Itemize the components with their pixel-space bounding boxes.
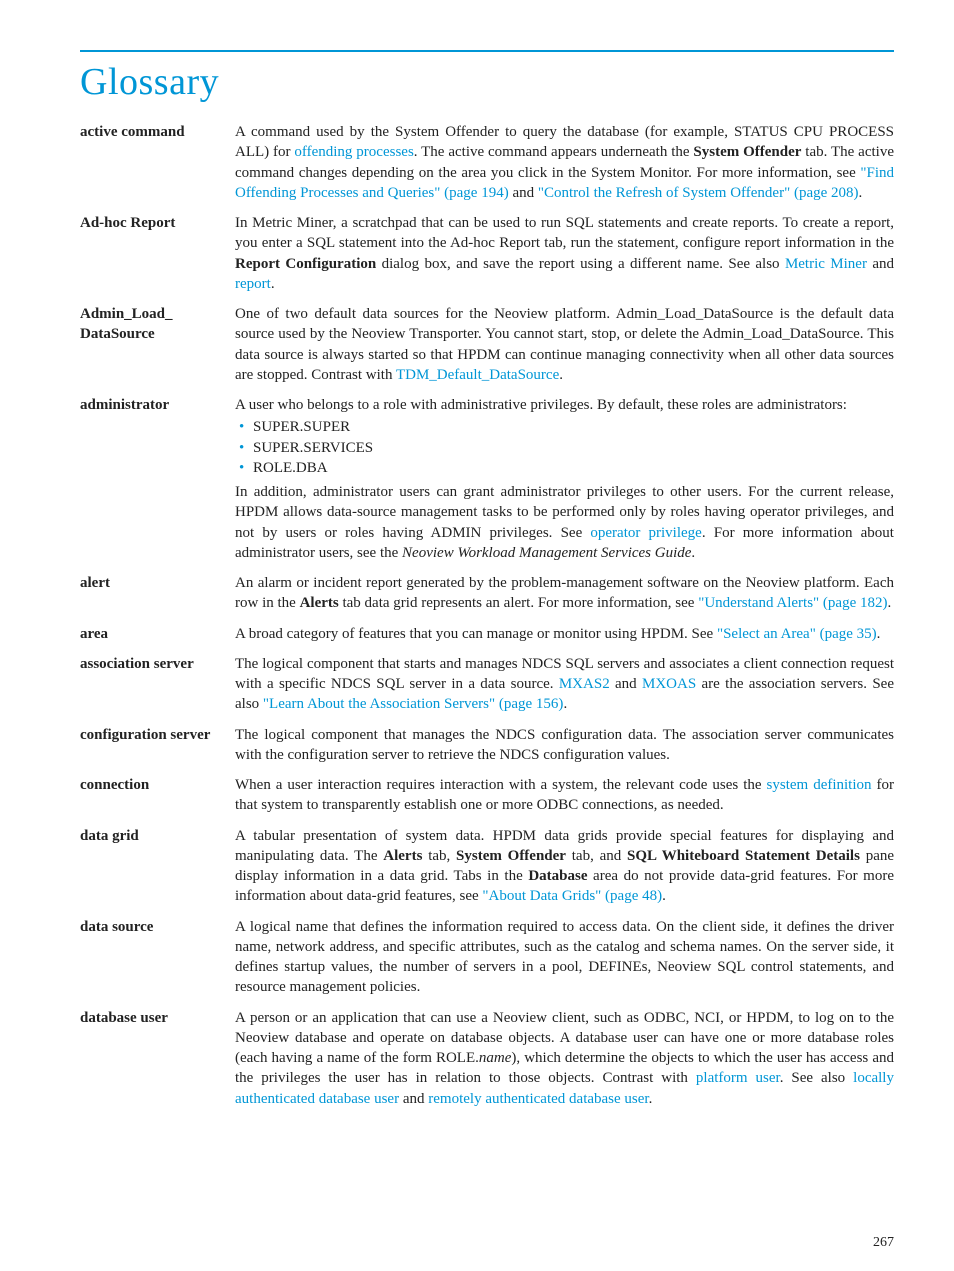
definition: A person or an application that can use … [235,1008,894,1109]
link-learn-assoc[interactable]: "Learn About the Association Servers" (p… [263,696,564,712]
text: tab data grid represents an alert. For m… [339,595,698,611]
entry-area: area A broad category of features that y… [80,624,894,644]
link-control-refresh[interactable]: "Control the Refresh of System Offender"… [538,185,859,201]
link-offending-processes[interactable]: offending processes [294,144,413,160]
term: association server [80,654,235,674]
role-item: ROLE.DBA [253,458,894,478]
text: and [610,676,642,692]
term: alert [80,573,235,593]
definition: In Metric Miner, a scratchpad that can b… [235,213,894,294]
definition: When a user interaction requires interac… [235,775,894,816]
text: A user who belongs to a role with admini… [235,395,894,415]
term: database user [80,1008,235,1028]
text: In Metric Miner, a scratchpad that can b… [235,215,894,251]
term: Ad-hoc Report [80,213,235,233]
link-mxas2[interactable]: MXAS2 [559,676,610,692]
term: data grid [80,826,235,846]
text: One of two default data sources for the … [235,306,894,383]
term: administrator [80,395,235,415]
definition: A command used by the System Offender to… [235,122,894,203]
text: . [563,696,567,712]
definition: A tabular presentation of system data. H… [235,826,894,907]
role-item: SUPER.SUPER [253,417,894,437]
link-system-definition[interactable]: system definition [767,777,872,793]
link-tdm-default[interactable]: TDM_Default_DataSource [396,367,559,383]
text-block: In addition, administrator users can gra… [235,482,894,563]
definition: The logical component that manages the N… [235,725,894,766]
bold: System Offender [456,848,566,864]
entry-data-source: data source A logical name that defines … [80,917,894,998]
role-item: SUPER.SERVICES [253,438,894,458]
roles-list: SUPER.SUPER SUPER.SERVICES ROLE.DBA [235,417,894,478]
page: Glossary active command A command used b… [0,0,954,1271]
term: data source [80,917,235,937]
text: tab, and [566,848,627,864]
definition: A logical name that defines the informat… [235,917,894,998]
definition: The logical component that starts and ma… [235,654,894,715]
italic: Neoview Workload Management Services Gui… [402,545,691,561]
bold: Alerts [383,848,422,864]
text: . [691,545,695,561]
term: Admin_Load_ DataSource [80,304,235,345]
text: and [509,185,538,201]
text: . [859,185,863,201]
text: . [649,1091,653,1107]
link-remotely-auth[interactable]: remotely authenticated database user [428,1091,648,1107]
italic: name [479,1050,512,1066]
link-report[interactable]: report [235,276,271,292]
text: and [867,256,894,272]
entry-adhoc-report: Ad-hoc Report In Metric Miner, a scratch… [80,213,894,294]
entry-active-command: active command A command used by the Sys… [80,122,894,203]
text: . See also [780,1070,853,1086]
term: area [80,624,235,644]
top-rule [80,50,894,52]
link-operator-privilege[interactable]: operator privilege [590,525,701,541]
text: . [559,367,563,383]
definition: A user who belongs to a role with admini… [235,395,894,563]
page-number: 267 [873,1235,894,1251]
bold: SQL Whiteboard Statement Details [627,848,860,864]
link-platform-user[interactable]: platform user [696,1070,780,1086]
entry-configuration-server: configuration server The logical compone… [80,725,894,766]
text: . [887,595,891,611]
bold: System Offender [693,144,801,160]
text: dialog box, and save the report using a … [376,256,785,272]
text: . [662,888,666,904]
text: and [399,1091,428,1107]
text: . The active command appears underneath … [414,144,694,160]
bold: Report Configuration [235,256,376,272]
page-title: Glossary [80,60,894,104]
bold: Database [528,868,587,884]
definition: A broad category of features that you ca… [235,624,894,644]
link-understand-alerts[interactable]: "Understand Alerts" (page 182) [698,595,887,611]
text: . [271,276,275,292]
entry-administrator: administrator A user who belongs to a ro… [80,395,894,563]
link-select-area[interactable]: "Select an Area" (page 35) [717,626,877,642]
term: connection [80,775,235,795]
entry-association-server: association server The logical component… [80,654,894,715]
link-about-data-grids[interactable]: "About Data Grids" (page 48) [482,888,662,904]
link-mxoas[interactable]: MXOAS [642,676,696,692]
text: tab, [422,848,456,864]
entry-alert: alert An alarm or incident report genera… [80,573,894,614]
link-metric-miner[interactable]: Metric Miner [785,256,867,272]
entry-data-grid: data grid A tabular presentation of syst… [80,826,894,907]
term: configuration server [80,725,235,745]
entry-database-user: database user A person or an application… [80,1008,894,1109]
text: When a user interaction requires interac… [235,777,767,793]
definition: One of two default data sources for the … [235,304,894,385]
definition: An alarm or incident report generated by… [235,573,894,614]
text: A broad category of features that you ca… [235,626,717,642]
text: . [877,626,881,642]
bold: Alerts [300,595,339,611]
term: active command [80,122,235,142]
entry-connection: connection When a user interaction requi… [80,775,894,816]
entry-admin-load-datasource: Admin_Load_ DataSource One of two defaul… [80,304,894,385]
